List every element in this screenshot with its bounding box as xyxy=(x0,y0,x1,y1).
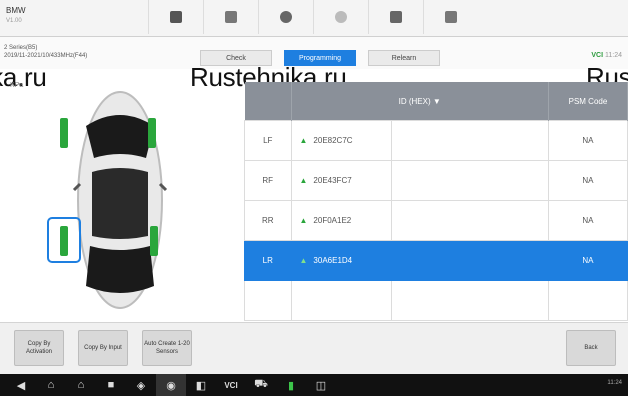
vehicle-info: 2 Series(B5) 2019/11-2021/10/433MHz(F44) xyxy=(4,44,87,60)
tire-rf-icon xyxy=(148,118,156,148)
vehicle-line2: 2019/11-2021/10/433MHz(F44) xyxy=(4,53,88,59)
row-id: ▲ 20E82C7C xyxy=(290,120,391,161)
back-nav-icon[interactable]: ◀ xyxy=(6,374,36,396)
split-nav-icon[interactable]: ◧ xyxy=(186,374,216,396)
tire-status-icon: ▲ xyxy=(299,256,308,265)
row-psm xyxy=(547,280,628,321)
col-id-header[interactable]: ID (HEX) ▼ xyxy=(291,82,549,121)
table-row[interactable] xyxy=(244,280,628,321)
report-icon[interactable] xyxy=(423,0,478,34)
home-icon[interactable] xyxy=(148,0,203,34)
copy-by-input-button[interactable]: Copy By Input xyxy=(78,330,128,366)
table-row[interactable]: RF ▲ 20E43FC7 NA xyxy=(244,160,628,201)
tab-relearn[interactable]: Relearn xyxy=(368,50,440,66)
row-spacer xyxy=(390,280,549,321)
row-spacer xyxy=(390,200,549,241)
row-spacer xyxy=(390,120,549,161)
row-id: ▲ 20F0A1E2 xyxy=(290,200,392,241)
row-psm: NA xyxy=(547,120,628,161)
vehicle-line1: 2 Series(B5) xyxy=(4,45,38,51)
brand-version: V1.00 xyxy=(6,18,22,24)
back-button[interactable]: Back xyxy=(566,330,616,366)
auto-create-button[interactable]: Auto Create 1-20 Sensors xyxy=(142,330,192,366)
vci-label: VCI xyxy=(591,52,604,59)
tire-rr-icon xyxy=(150,226,158,256)
top-bar: BMW V1.00 xyxy=(0,0,628,37)
top-toolbar xyxy=(148,0,478,36)
row-psm: NA xyxy=(547,200,628,241)
house-nav-icon[interactable]: ⌂ xyxy=(66,374,96,396)
brand-title: BMW xyxy=(6,6,26,15)
sensor-table: ID (HEX) ▼ PSM Code LF ▲ 20E82C7C NA RF ▲… xyxy=(244,82,628,321)
home-nav-icon[interactable]: ⌂ xyxy=(36,374,66,396)
row-pos: RF xyxy=(244,160,292,201)
row-spacer xyxy=(390,240,549,281)
tpms-nav-icon[interactable]: ◫ xyxy=(306,374,336,396)
square-nav-icon[interactable]: ■ xyxy=(96,374,126,396)
record-icon[interactable] xyxy=(313,0,368,34)
battery-nav-icon[interactable]: ▮ xyxy=(276,374,306,396)
row-id xyxy=(290,280,392,321)
col-psm-header: PSM Code xyxy=(548,82,628,121)
tire-lf-icon xyxy=(60,118,68,148)
car-diagram xyxy=(20,86,220,314)
table-row[interactable]: LF ▲ 20E82C7C NA xyxy=(244,120,628,161)
col-pos-header xyxy=(244,82,292,121)
row-pos: LF xyxy=(244,120,292,161)
tire-status-icon: ▲ xyxy=(299,136,308,145)
row-id-text: 20E82C7C xyxy=(313,136,353,145)
tools-icon[interactable] xyxy=(203,0,258,34)
row-spacer xyxy=(390,160,549,201)
status-clock: 11:24 xyxy=(607,380,622,386)
car-nav-icon[interactable]: ⛟ xyxy=(246,374,276,396)
vci-time: 11:24 xyxy=(605,52,622,59)
row-pos: RR xyxy=(244,200,292,241)
camera-nav-icon[interactable]: ◉ xyxy=(156,374,186,396)
table-row-selected[interactable]: LR ▲ 30A6E1D4 NA xyxy=(244,240,628,281)
row-id: ▲ 20E43FC7 xyxy=(290,160,392,201)
row-psm: NA xyxy=(547,160,628,201)
steering-icon[interactable] xyxy=(258,0,313,34)
tire-lr-icon xyxy=(60,226,68,256)
print-icon[interactable] xyxy=(368,0,423,34)
row-id-text: 30A6E1D4 xyxy=(313,256,353,265)
vci-status: VCI 11:24 xyxy=(591,52,622,59)
row-pos: LR xyxy=(244,240,292,281)
tire-status-icon: ▲ xyxy=(299,176,308,185)
row-pos xyxy=(244,280,292,321)
row-id-text: 20E43FC7 xyxy=(313,176,352,185)
shield-nav-icon[interactable]: ◈ xyxy=(126,374,156,396)
row-id: ▲ 30A6E1D4 xyxy=(290,240,392,281)
tire-status-icon: ▲ xyxy=(299,216,308,225)
system-nav-bar: ◀ ⌂ ⌂ ■ ◈ ◉ ◧ VCI ⛟ ▮ ◫ xyxy=(0,374,628,396)
row-id-text: 20F0A1E2 xyxy=(313,216,352,225)
table-row[interactable]: RR ▲ 20F0A1E2 NA xyxy=(244,200,628,241)
vci-nav-icon[interactable]: VCI xyxy=(216,374,246,396)
brand-block: BMW V1.00 xyxy=(6,6,26,26)
row-psm: NA xyxy=(547,240,628,281)
copy-by-activation-button[interactable]: Copy By Activation xyxy=(14,330,64,366)
